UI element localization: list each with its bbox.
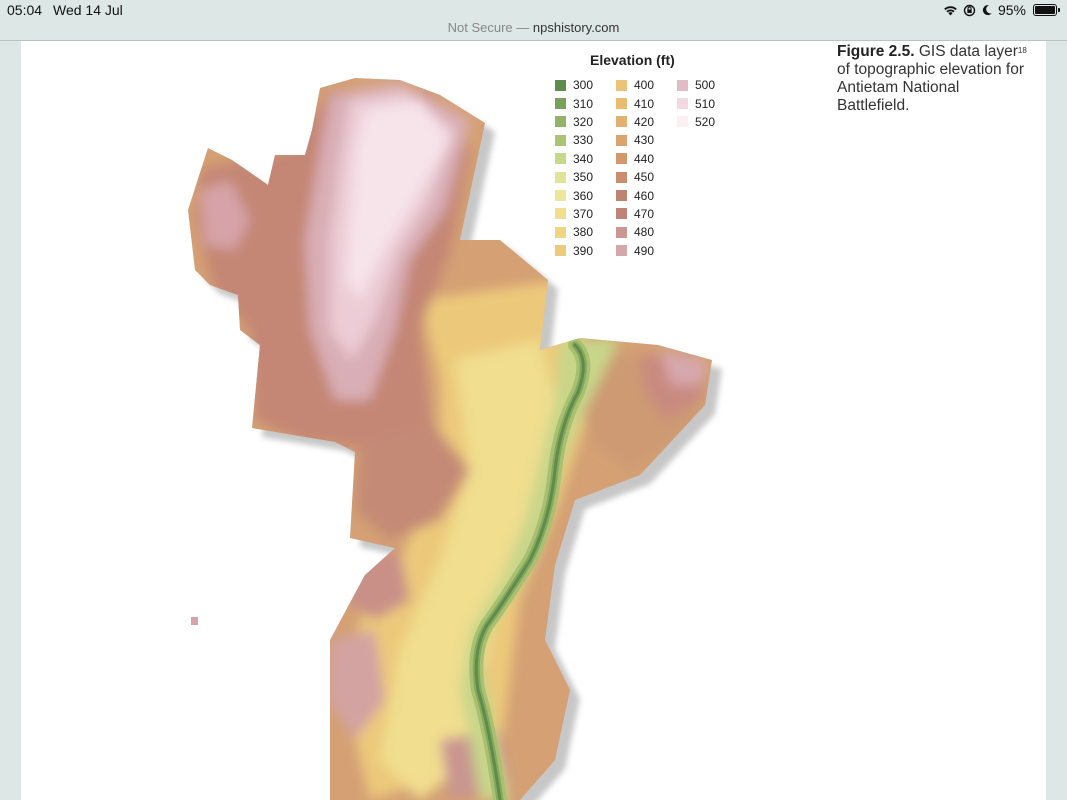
battery-percent: 95%: [997, 2, 1026, 18]
figure-caption: Figure 2.5. GIS data layer18 of topograp…: [837, 43, 1027, 115]
battery-icon: [1033, 4, 1060, 16]
legend-item: 330: [555, 131, 593, 149]
legend-swatch: [555, 245, 566, 257]
legend-label: 360: [573, 188, 594, 203]
legend-swatch: [555, 98, 566, 110]
orientation-lock-icon: [963, 4, 976, 17]
legend-item: 480: [616, 223, 654, 241]
legend-item: 390: [555, 242, 593, 260]
caption-text-start: GIS data layer: [918, 43, 1018, 60]
legend-swatch: [555, 226, 566, 238]
legend-swatch: [616, 79, 627, 91]
document-page: Elevation (ft) 300 310 320 330 340 350 360 370 3…: [21, 41, 1046, 800]
legend-swatch: [677, 116, 688, 128]
legend-label: 400: [634, 78, 655, 93]
legend-item: 350: [555, 168, 593, 186]
legend-item: 500: [677, 76, 715, 94]
legend-item: 400: [616, 76, 654, 94]
legend-swatch: [616, 98, 627, 110]
status-icons: 95%: [943, 2, 1060, 18]
legend-swatch: [616, 134, 627, 146]
address-bar[interactable]: Not Secure — npshistory.com: [0, 18, 1067, 40]
legend-swatch: [555, 190, 566, 202]
legend-swatch: [616, 208, 627, 220]
legend-swatch: [616, 245, 627, 257]
legend-column: 500 510 520: [677, 76, 715, 131]
legend-swatch: [677, 79, 688, 91]
legend-item: 380: [555, 223, 593, 241]
legend-label: 310: [573, 96, 594, 111]
legend-swatch: [677, 98, 688, 110]
legend-item: 300: [555, 76, 593, 94]
legend-swatch: [616, 153, 627, 165]
legend-label: 350: [573, 170, 594, 185]
legend-item: 320: [555, 113, 593, 131]
legend-item: 340: [555, 150, 593, 168]
legend-item: 370: [555, 205, 593, 223]
legend-item: 410: [616, 94, 654, 112]
legend-label: 300: [573, 78, 594, 93]
legend-label: 460: [634, 188, 655, 203]
url-domain: npshistory.com: [532, 20, 620, 35]
legend-item: 430: [616, 131, 654, 149]
legend-label: 380: [573, 225, 594, 240]
legend-label: 420: [634, 114, 655, 129]
figure-label: Figure 2.5.: [837, 43, 915, 60]
legend-swatch: [555, 153, 566, 165]
legend-item: 460: [616, 186, 654, 204]
legend-item: 470: [616, 205, 654, 223]
legend-item: 440: [616, 150, 654, 168]
legend-item: 310: [555, 94, 593, 112]
legend-swatch: [616, 226, 627, 238]
status-time: 05:04: [7, 2, 43, 18]
legend-item: 510: [677, 94, 715, 112]
legend-label: 390: [573, 243, 594, 258]
legend-item: 520: [677, 113, 715, 131]
legend-label: 480: [634, 225, 655, 240]
legend-swatch: [555, 171, 566, 183]
legend-column: 400 410 420 430 440 450 460 470 480 490: [616, 76, 654, 260]
legend-label: 330: [573, 133, 594, 148]
status-date: Wed 14 Jul: [53, 2, 123, 18]
legend-swatch: [555, 134, 566, 146]
legend-label: 520: [695, 114, 716, 129]
elevation-map: [188, 78, 722, 800]
legend-label: 440: [634, 151, 655, 166]
legend-column: 300 310 320 330 340 350 360 370 380 390: [555, 76, 593, 260]
legend-label: 410: [634, 96, 655, 111]
legend-label: 500: [695, 78, 716, 93]
moon-icon: [981, 4, 993, 16]
legend-item: 450: [616, 168, 654, 186]
legend-swatch: [555, 116, 566, 128]
caption-text-end: of topographic elevation for Antietam Na…: [837, 61, 1024, 114]
legend-swatch: [616, 116, 627, 128]
security-label: Not Secure —: [447, 20, 530, 35]
legend-swatch: [555, 79, 566, 91]
legend-label: 470: [634, 206, 655, 221]
detached-parcel: [191, 617, 198, 625]
legend-item: 490: [616, 242, 654, 260]
wifi-icon: [943, 4, 958, 16]
legend-swatch: [616, 171, 627, 183]
legend-label: 450: [634, 170, 655, 185]
legend-item: 360: [555, 186, 593, 204]
legend-label: 340: [573, 151, 594, 166]
legend-label: 370: [573, 206, 594, 221]
legend-swatch: [616, 190, 627, 202]
legend-label: 320: [573, 114, 594, 129]
legend-label: 430: [634, 133, 655, 148]
legend-label: 490: [634, 243, 655, 258]
legend-swatch: [555, 208, 566, 220]
legend-title: Elevation (ft): [590, 52, 675, 68]
footnote-ref[interactable]: 18: [1018, 46, 1027, 55]
legend-item: 420: [616, 113, 654, 131]
legend-label: 510: [695, 96, 716, 111]
